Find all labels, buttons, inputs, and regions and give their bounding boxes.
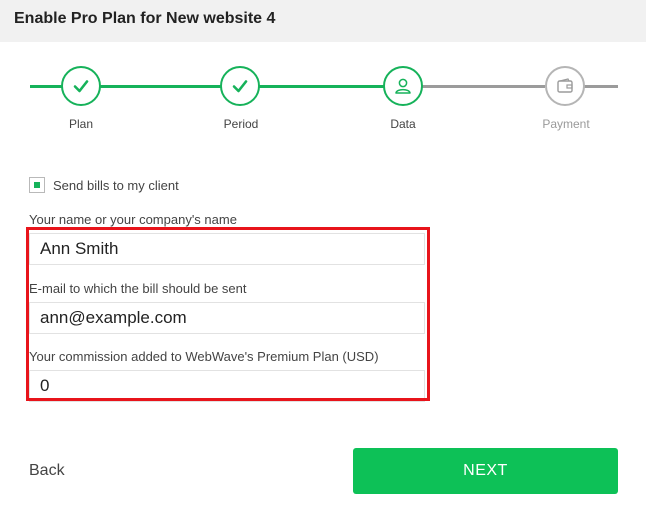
name-field[interactable] bbox=[29, 233, 425, 265]
checkmark-icon bbox=[73, 80, 89, 93]
step-label-data: Data bbox=[390, 117, 416, 131]
checkbox-checked-mark bbox=[34, 182, 40, 188]
name-field-label: Your name or your company's name bbox=[29, 212, 237, 227]
commission-field[interactable] bbox=[29, 370, 425, 402]
commission-field-label: Your commission added to WebWave's Premi… bbox=[29, 349, 379, 364]
send-bills-checkbox[interactable] bbox=[29, 177, 45, 193]
stepper-line-1 bbox=[30, 85, 226, 88]
stepper-line-2 bbox=[258, 85, 388, 88]
step-data[interactable] bbox=[383, 66, 423, 106]
checkmark-icon bbox=[232, 80, 248, 93]
step-plan[interactable] bbox=[61, 66, 101, 106]
step-label-period: Period bbox=[223, 117, 259, 131]
email-field[interactable] bbox=[29, 302, 425, 334]
step-period[interactable] bbox=[220, 66, 260, 106]
step-payment[interactable] bbox=[545, 66, 585, 106]
back-button[interactable]: Back bbox=[29, 462, 65, 480]
step-label-payment: Payment bbox=[542, 117, 590, 131]
stepper-line-4 bbox=[583, 85, 618, 88]
dialog-header: Enable Pro Plan for New website 4 bbox=[0, 0, 646, 42]
send-bills-label: Send bills to my client bbox=[53, 178, 179, 193]
email-field-label: E-mail to which the bill should be sent bbox=[29, 281, 247, 296]
user-icon bbox=[395, 78, 411, 94]
next-button[interactable]: NEXT bbox=[353, 448, 618, 494]
dialog-title: Enable Pro Plan for New website 4 bbox=[14, 10, 276, 27]
wallet-icon bbox=[557, 78, 573, 93]
stepper-line-3 bbox=[420, 85, 545, 88]
step-label-plan: Plan bbox=[68, 117, 94, 131]
